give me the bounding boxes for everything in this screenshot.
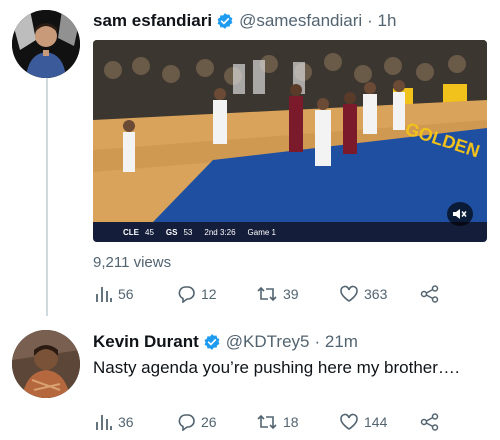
retweet-count: 39 <box>283 286 299 302</box>
retweet-icon <box>257 414 277 430</box>
series-label: Game 1 <box>247 227 276 237</box>
team2-name: GS <box>165 227 178 237</box>
reply-count: 12 <box>201 286 217 302</box>
analytics-count: 36 <box>118 414 134 430</box>
team2-score: 53 <box>183 227 193 237</box>
share-icon <box>420 413 439 431</box>
retweet-icon <box>257 286 277 302</box>
analytics-button[interactable]: 56 <box>95 285 134 303</box>
handle[interactable]: @samesfandiari <box>239 11 362 31</box>
handle[interactable]: @KDTrey5 <box>226 332 310 352</box>
retweet-button[interactable]: 39 <box>256 285 299 303</box>
thread-line <box>46 76 48 316</box>
verified-badge-icon <box>204 334 220 350</box>
like-button[interactable]: 144 <box>339 413 387 431</box>
reply-button[interactable]: 26 <box>176 413 217 431</box>
heart-icon <box>340 413 358 430</box>
retweet-button[interactable]: 18 <box>256 413 299 431</box>
analytics-icon <box>96 287 112 302</box>
avatar[interactable] <box>12 10 80 78</box>
reply-icon <box>178 286 195 303</box>
retweet-count: 18 <box>283 414 299 430</box>
team1-name: CLE <box>123 227 139 237</box>
view-count[interactable]: 9,211 views <box>93 254 171 271</box>
video-frame: GOLDEN <box>93 40 487 222</box>
share-button[interactable] <box>420 413 445 431</box>
team1-score: 45 <box>145 227 154 237</box>
scoreboard: CLE 45 GS 53 2nd 3:26 Game 1 <box>93 222 487 242</box>
like-button[interactable]: 363 <box>339 285 387 303</box>
avatar[interactable] <box>12 330 80 398</box>
share-icon <box>420 285 439 303</box>
like-count: 144 <box>364 414 388 430</box>
reply-button[interactable]: 12 <box>176 285 217 303</box>
analytics-icon <box>96 415 112 430</box>
mute-button[interactable] <box>447 202 473 226</box>
speaker-muted-icon <box>453 209 467 219</box>
timestamp[interactable]: · 21m <box>315 332 358 352</box>
reply-body: Nasty agenda you’re pushing here my brot… <box>93 358 460 377</box>
reply-count: 26 <box>201 414 217 430</box>
verified-badge-icon <box>217 13 233 29</box>
avatar-image <box>12 330 80 398</box>
timestamp[interactable]: · 1h <box>367 11 396 31</box>
avatar-image <box>12 10 80 78</box>
reply-header: Kevin Durant @KDTrey5 · 21m <box>93 332 358 352</box>
share-button[interactable] <box>420 285 445 303</box>
analytics-count: 56 <box>118 286 134 302</box>
display-name[interactable]: Kevin Durant <box>93 332 199 352</box>
tweet-header: sam esfandiari @samesfandiari · 1h <box>93 11 396 31</box>
game-clock: 2nd 3:26 <box>204 227 236 237</box>
analytics-button[interactable]: 36 <box>95 413 134 431</box>
like-count: 363 <box>364 286 388 302</box>
heart-icon <box>340 285 358 302</box>
video-player[interactable]: GOLDEN CLE 45 GS 53 2nd 3:26 Game 1 <box>93 40 487 242</box>
display-name[interactable]: sam esfandiari <box>93 11 212 31</box>
reply-icon <box>178 414 195 431</box>
